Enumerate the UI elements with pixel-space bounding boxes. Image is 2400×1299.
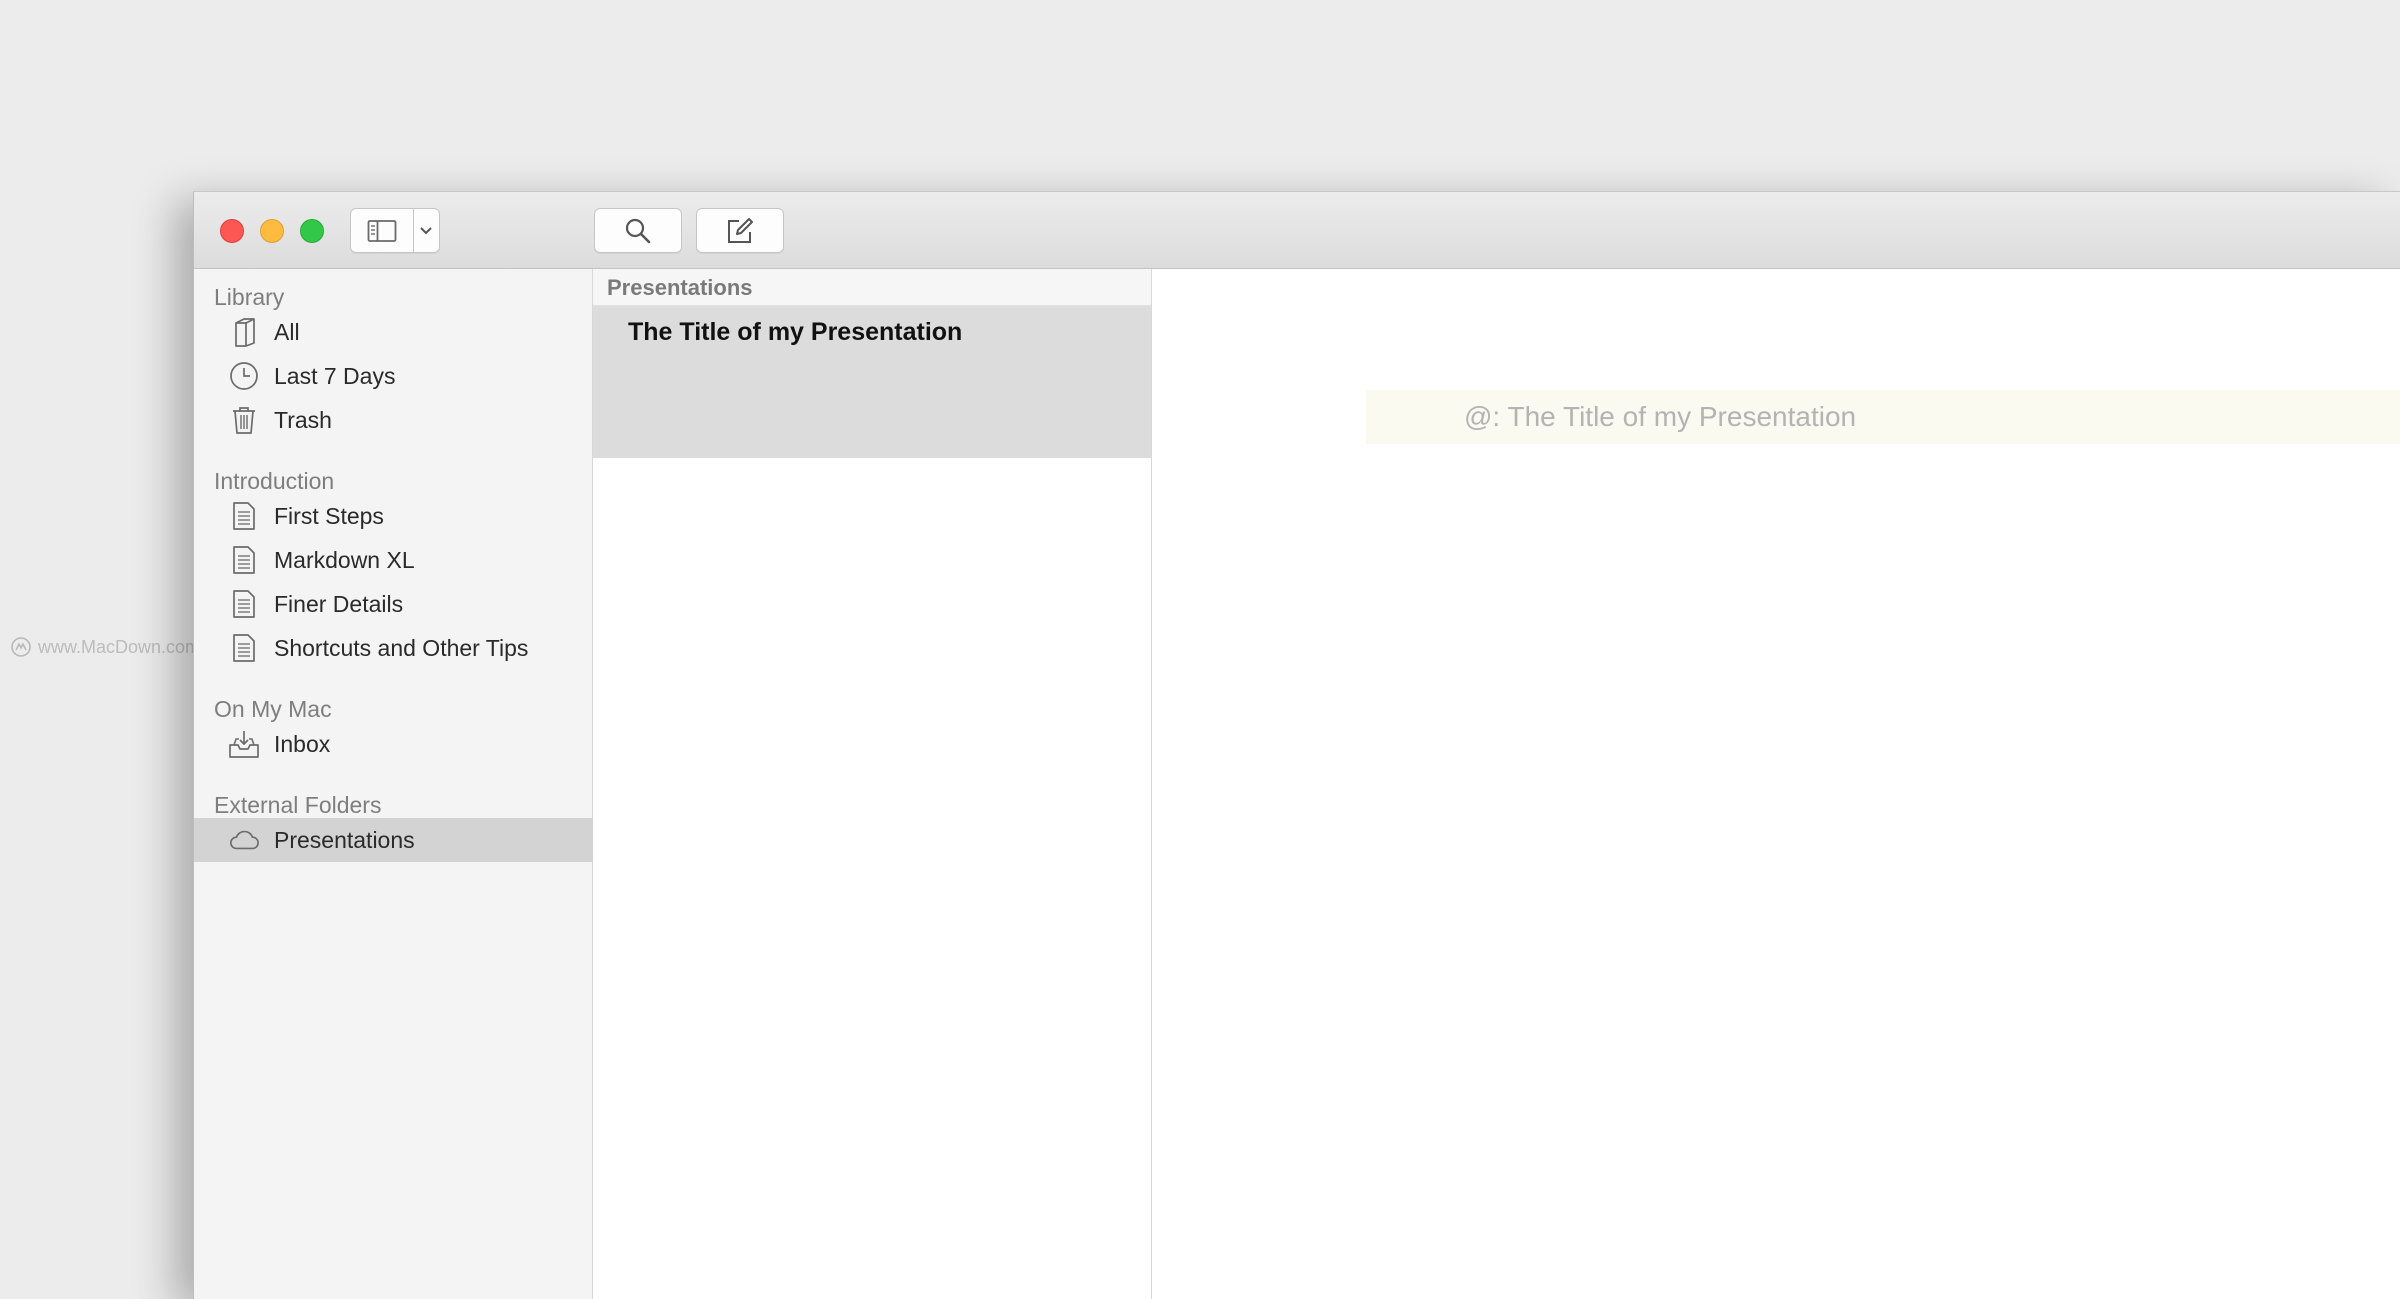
watermark-logo-icon (11, 637, 31, 657)
titlebar (194, 192, 2400, 269)
sidebar-item-presentations[interactable]: Presentations (194, 818, 593, 862)
sidebar-item-label: Inbox (274, 730, 331, 757)
sidebar-item-markdown-xl[interactable]: Markdown XL (194, 538, 593, 582)
sidebar-item-label: Shortcuts and Other Tips (274, 634, 529, 661)
sidebar-item-finer-details[interactable]: Finer Details (194, 582, 593, 626)
sidebar-options-dropdown[interactable] (414, 209, 439, 252)
editor-current-line[interactable]: @: The Title of my Presentation (1366, 390, 2400, 444)
zoom-window-button[interactable] (300, 219, 324, 243)
compose-icon (728, 217, 753, 243)
note-list-header: Presentations (593, 269, 1151, 306)
inbox-icon (228, 728, 260, 760)
app-window: Library All Last 7 Days Trash Introducti… (193, 191, 2400, 1299)
sidebar-view-control (350, 208, 440, 253)
section-header-library: Library (214, 284, 285, 310)
document-icon (228, 544, 260, 576)
sidebar-item-label: Trash (274, 406, 332, 433)
sidebar-item-all[interactable]: All (194, 310, 593, 354)
compose-button[interactable] (696, 208, 784, 253)
document-icon (228, 500, 260, 532)
search-icon (625, 218, 651, 243)
note-list-item[interactable]: The Title of my Presentation (593, 306, 1151, 458)
sidebar-item-first-steps[interactable]: First Steps (194, 494, 593, 538)
sidebar-item-label: Finer Details (274, 590, 404, 617)
close-window-button[interactable] (220, 219, 244, 243)
sidebar-item-shortcuts[interactable]: Shortcuts and Other Tips (194, 626, 593, 670)
sidebar-item-trash[interactable]: Trash (194, 398, 593, 442)
editor[interactable]: @: The Title of my Presentation (1152, 269, 2400, 1299)
sidebar-item-label: First Steps (274, 502, 384, 529)
document-icon (228, 588, 260, 620)
cloud-icon (228, 824, 260, 856)
search-button[interactable] (594, 208, 682, 253)
clock-icon (228, 360, 260, 392)
sidebar-item-label: All (274, 318, 300, 345)
trash-icon (228, 404, 260, 436)
section-header-external-folders: External Folders (214, 792, 382, 818)
sidebar: Library All Last 7 Days Trash Introducti… (194, 269, 593, 1299)
note-list-title: Presentations (607, 275, 753, 300)
note-list: Presentations The Title of my Presentati… (593, 269, 1152, 1299)
watermark-text: www.MacDown.com (38, 636, 201, 657)
document-icon (228, 632, 260, 664)
editor-line-text: @: The Title of my Presentation (1464, 401, 1857, 432)
book-icon (228, 316, 260, 348)
sidebar-item-last-7-days[interactable]: Last 7 Days (194, 354, 593, 398)
sidebar-item-inbox[interactable]: Inbox (194, 722, 593, 766)
note-title: The Title of my Presentation (628, 318, 963, 346)
sidebar-item-label: Presentations (274, 826, 415, 853)
sidebar-icon (367, 219, 397, 242)
section-header-introduction: Introduction (214, 468, 335, 494)
toggle-sidebar-button[interactable] (351, 209, 414, 252)
sidebar-item-label: Last 7 Days (274, 362, 396, 389)
section-header-on-my-mac: On My Mac (214, 696, 332, 722)
minimize-window-button[interactable] (260, 219, 284, 243)
watermark: www.MacDown.com (10, 636, 200, 658)
sidebar-item-label: Markdown XL (274, 546, 415, 573)
chevron-down-icon (420, 226, 432, 234)
